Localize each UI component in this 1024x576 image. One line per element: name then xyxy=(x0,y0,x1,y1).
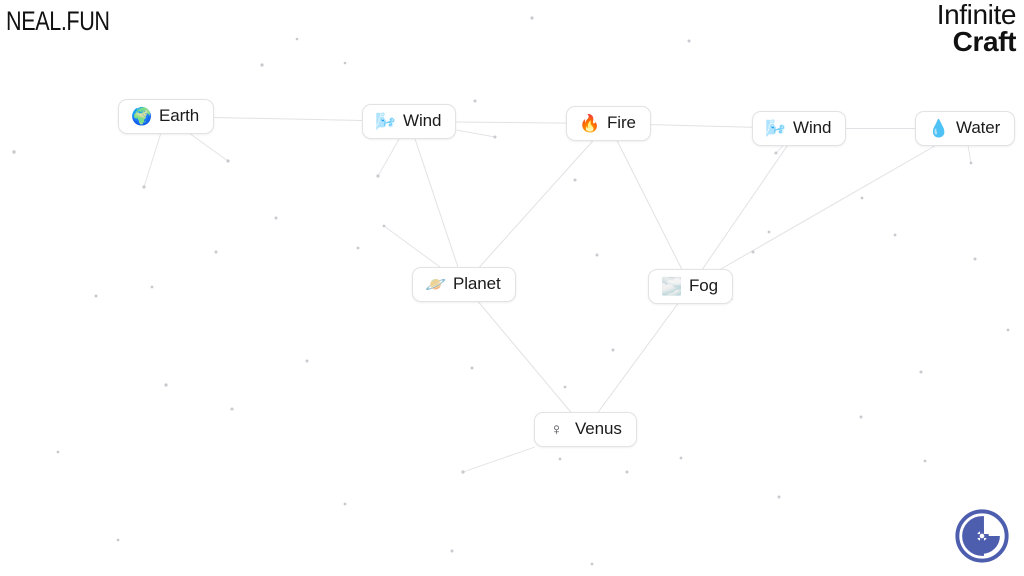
fog-emoji: 🌫️ xyxy=(661,276,683,296)
page-title: Infinite Craft xyxy=(936,0,1017,57)
element-label: Wind xyxy=(793,118,832,137)
element-label: Planet xyxy=(453,274,501,293)
background-particle xyxy=(530,16,534,20)
background-particle xyxy=(230,407,234,411)
particle-tendril-line xyxy=(383,225,441,268)
connection-line-wind-1-to-fire xyxy=(456,121,567,124)
connection-line-water-to-fog xyxy=(720,145,935,270)
particle-tendril-line xyxy=(377,138,400,177)
background-particle xyxy=(679,456,683,460)
page-title-line-two: Craft xyxy=(952,25,1017,57)
background-particle xyxy=(295,37,299,41)
background-particle xyxy=(142,185,146,189)
particle-tendril-line xyxy=(462,446,536,473)
background-particle xyxy=(164,383,168,387)
connection-line-fire-to-planet xyxy=(479,140,594,268)
connection-line-fire-to-wind-2 xyxy=(650,124,753,128)
background-particle xyxy=(274,216,278,220)
background-particle xyxy=(382,224,386,228)
background-particle xyxy=(94,294,98,298)
background-particle xyxy=(573,178,577,182)
background-particle xyxy=(450,549,454,553)
background-particle xyxy=(973,257,977,261)
background-particle xyxy=(214,250,218,254)
ringed-planet-emoji: 🪐 xyxy=(425,274,447,294)
venus-symbol: ♀ xyxy=(550,419,563,439)
water-droplet-emoji: 💧 xyxy=(928,118,950,138)
page-title-line-one: Infinite xyxy=(936,0,1017,30)
element-card-wind-1[interactable]: 🌬️ Wind xyxy=(362,104,457,139)
background-particle xyxy=(493,135,497,139)
background-particle xyxy=(563,385,567,389)
infinite-craft-canvas[interactable]: 🌍 Earth 🌬️ Wind 🔥 Fire 🌬️ Wind 💧 Water 🪐 Planet 🌫️ Fo… xyxy=(0,0,1024,576)
background-particle xyxy=(150,285,154,289)
background-particle xyxy=(774,151,778,155)
element-label: Venus xyxy=(575,419,622,438)
element-label: Fog xyxy=(689,276,718,295)
background-particle xyxy=(12,150,16,154)
element-card-water[interactable]: 💧 Water xyxy=(915,111,1016,146)
wind-face-emoji: 🌬️ xyxy=(375,111,397,131)
element-card-planet[interactable]: 🪐 Planet xyxy=(412,267,516,302)
background-particle xyxy=(470,366,474,370)
background-particle xyxy=(860,196,864,200)
background-particle xyxy=(343,502,347,506)
connection-line-fire-to-fog xyxy=(616,140,683,270)
background-particle xyxy=(611,348,615,352)
globe-earth-emoji: 🌍 xyxy=(131,106,153,126)
background-particle xyxy=(767,230,771,234)
connection-line-earth-to-wind-1 xyxy=(214,116,363,122)
gamerant-circle-logo-watermark xyxy=(955,509,1009,563)
background-particle xyxy=(687,39,691,43)
background-particle xyxy=(777,495,781,499)
element-card-earth[interactable]: 🌍 Earth xyxy=(118,99,215,134)
background-particle xyxy=(859,415,863,419)
background-particle xyxy=(893,233,897,237)
element-card-venus[interactable]: ♀ Venus xyxy=(534,412,637,447)
background-particle xyxy=(260,63,264,67)
background-particle xyxy=(751,250,755,254)
connection-line-wind-1-to-planet xyxy=(414,138,459,268)
background-particle xyxy=(923,459,927,463)
element-card-fire[interactable]: 🔥 Fire xyxy=(566,106,651,141)
background-particle xyxy=(1006,328,1010,332)
particle-tendril-line xyxy=(190,133,229,162)
background-particle xyxy=(305,359,309,363)
connection-line-planet-to-venus xyxy=(478,301,572,413)
particle-tendril-line xyxy=(456,129,496,138)
background-particle xyxy=(116,538,120,542)
background-particle xyxy=(625,470,629,474)
neal-fun-logo[interactable]: NEAL.FUN xyxy=(6,6,110,37)
background-particle xyxy=(56,450,60,454)
element-label: Wind xyxy=(403,111,442,130)
background-particle xyxy=(343,61,347,65)
element-card-wind-2[interactable]: 🌬️ Wind xyxy=(752,111,847,146)
background-particle xyxy=(969,161,973,165)
background-particle xyxy=(919,370,923,374)
element-label: Water xyxy=(956,118,1001,137)
background-particle xyxy=(376,174,380,178)
element-card-fog[interactable]: 🌫️ Fog xyxy=(648,269,733,304)
background-particle xyxy=(590,562,594,566)
background-particle xyxy=(558,457,562,461)
element-label: Fire xyxy=(607,113,636,132)
particle-tendril-line xyxy=(775,145,783,154)
particle-tendril-line xyxy=(143,133,162,188)
connection-line-wind-2-to-fog xyxy=(702,145,788,270)
background-particle xyxy=(356,246,360,250)
background-particle xyxy=(226,159,230,163)
background-particle xyxy=(473,99,477,103)
particle-tendril-line xyxy=(967,145,972,164)
connection-line-fog-to-venus xyxy=(597,303,679,413)
fire-emoji: 🔥 xyxy=(579,113,601,133)
element-label: Earth xyxy=(159,106,200,125)
wind-face-emoji: 🌬️ xyxy=(765,118,787,138)
background-particle xyxy=(461,470,465,474)
background-particle xyxy=(595,253,599,257)
